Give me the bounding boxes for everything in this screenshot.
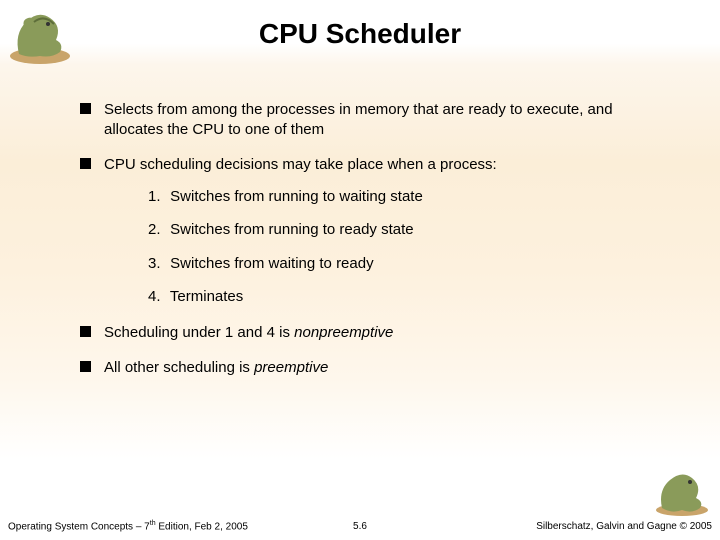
dinosaur-logo-bottom <box>650 464 714 518</box>
footer-text: Edition, Feb 2, 2005 <box>156 521 248 532</box>
footer-text: Operating System Concepts – 7 <box>8 521 150 532</box>
bullet-item: Selects from among the processes in memo… <box>80 100 672 139</box>
list-item: 2. Switches from running to ready state <box>148 220 672 240</box>
bullet-text: Selects from among the processes in memo… <box>104 101 613 138</box>
numbered-list: 1. Switches from running to waiting stat… <box>148 187 672 307</box>
item-text: Switches from waiting to ready <box>170 255 373 272</box>
bullet-item: CPU scheduling decisions may take place … <box>80 155 672 307</box>
list-item: 1. Switches from running to waiting stat… <box>148 187 672 207</box>
footer-pagenum: 5.6 <box>353 521 367 532</box>
item-text: Switches from running to waiting state <box>170 188 423 205</box>
item-number: 2. <box>148 220 166 240</box>
emphasis: nonpreemptive <box>294 324 393 341</box>
item-number: 3. <box>148 254 166 274</box>
item-number: 1. <box>148 187 166 207</box>
bullet-item: All other scheduling is preemptive <box>80 358 672 378</box>
bullet-item: Scheduling under 1 and 4 is nonpreemptiv… <box>80 323 672 343</box>
slide: CPU Scheduler Selects from among the pro… <box>0 0 720 540</box>
list-item: 3. Switches from waiting to ready <box>148 254 672 274</box>
bullet-text: Scheduling under 1 and 4 is <box>104 324 294 341</box>
footer-left: Operating System Concepts – 7th Edition,… <box>8 520 248 532</box>
list-item: 4. Terminates <box>148 287 672 307</box>
footer-right: Silberschatz, Galvin and Gagne © 2005 <box>536 521 712 532</box>
emphasis: preemptive <box>254 359 328 376</box>
bullet-text: All other scheduling is <box>104 359 254 376</box>
slide-footer: Operating System Concepts – 7th Edition,… <box>0 514 720 532</box>
item-text: Terminates <box>170 288 243 305</box>
bullet-text: CPU scheduling decisions may take place … <box>104 156 497 173</box>
item-number: 4. <box>148 287 166 307</box>
slide-title: CPU Scheduler <box>0 18 720 50</box>
item-text: Switches from running to ready state <box>170 221 413 238</box>
slide-body: Selects from among the processes in memo… <box>80 100 672 394</box>
